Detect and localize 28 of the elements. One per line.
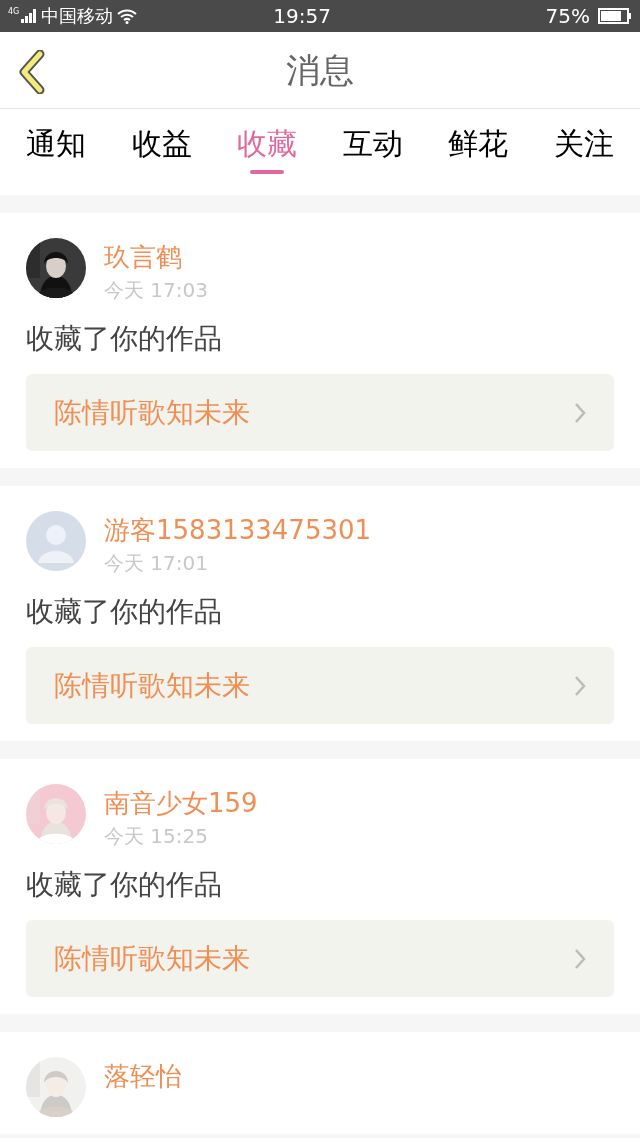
battery-percent: 75%: [545, 3, 590, 30]
user-name[interactable]: 南音少女159: [104, 784, 258, 822]
message-text: 收藏了你的作品: [26, 321, 223, 357]
chevron-right-icon: [574, 401, 586, 424]
user-name[interactable]: 玖言鹤: [104, 238, 208, 276]
tab[interactable]: 收藏: [237, 109, 298, 195]
work-link[interactable]: 陈情听歌知未来: [26, 374, 614, 451]
tab[interactable]: 关注: [553, 109, 614, 195]
signal-icon: [21, 9, 38, 23]
wifi-icon: [117, 8, 138, 24]
chevron-right-icon: [574, 947, 586, 970]
page-title: 消息: [286, 48, 354, 92]
message-text: 收藏了你的作品: [26, 867, 223, 903]
tab[interactable]: 互动: [342, 109, 403, 195]
work-link[interactable]: 陈情听歌知未来: [26, 647, 614, 724]
tab[interactable]: 鲜花: [448, 109, 509, 195]
user-name[interactable]: 落轻怡: [104, 1057, 182, 1095]
message-text: 收藏了你的作品: [26, 594, 223, 630]
clock: 19:57: [273, 3, 331, 30]
tab[interactable]: 收益: [131, 109, 192, 195]
chevron-right-icon: [574, 674, 586, 697]
default-avatar-icon: [26, 511, 86, 571]
work-link[interactable]: 陈情听歌知未来: [26, 920, 614, 997]
carrier-label: 中国移动: [41, 4, 114, 28]
tab[interactable]: 通知: [26, 109, 86, 195]
user-name[interactable]: 游客1583133475301: [104, 511, 372, 549]
network-label: 4G: [8, 8, 20, 16]
battery-icon: [598, 8, 632, 24]
